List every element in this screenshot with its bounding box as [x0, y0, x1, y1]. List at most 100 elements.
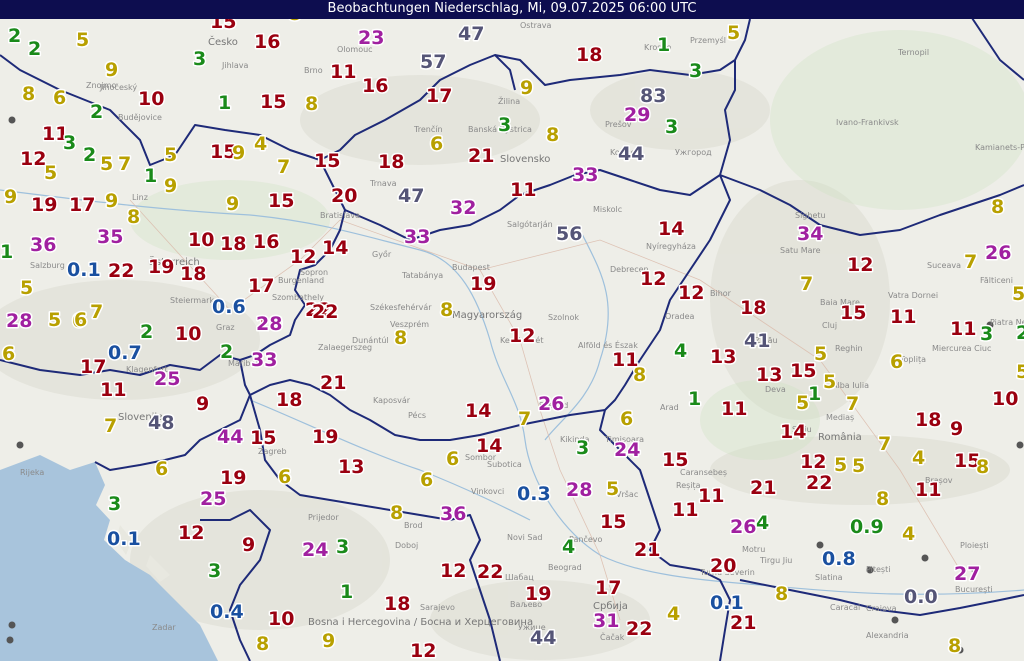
precipitation-value: 19 [312, 426, 338, 448]
city-label: Jihlava [221, 61, 249, 70]
precipitation-value: 17 [595, 577, 621, 599]
city-label: Pitești [866, 565, 890, 575]
city-label: Székesfehérvár [370, 302, 432, 312]
precipitation-value: 8 [991, 196, 1004, 218]
precipitation-value: 21 [634, 539, 660, 561]
precipitation-value: 20 [710, 555, 736, 577]
city-label: Kaposvár [373, 396, 411, 405]
city-label: Ужгород [675, 148, 712, 157]
city-label: Vatra Dornei [888, 291, 938, 300]
precipitation-value: 12 [290, 246, 316, 268]
precipitation-value: 5 [1012, 283, 1024, 305]
city-label: Шабац [505, 573, 534, 582]
precipitation-value: 1 [144, 165, 157, 187]
precipitation-value: 10 [992, 388, 1018, 410]
precipitation-value: 4 [667, 603, 680, 625]
precipitation-value: 6 [430, 133, 443, 155]
precipitation-value: 7 [277, 156, 290, 178]
precipitation-value: 8 [948, 635, 961, 657]
precipitation-value: 5 [834, 454, 847, 476]
precipitation-value: 11 [672, 499, 698, 521]
precipitation-value: 19 [220, 467, 246, 489]
precipitation-value: 7 [800, 273, 813, 295]
precipitation-value: 5 [164, 144, 177, 166]
precipitation-value: 24 [302, 539, 328, 561]
precipitation-value: 6 [2, 343, 15, 365]
precipitation-value: 4 [902, 523, 915, 545]
city-label: Miercurea Ciuc [932, 344, 991, 353]
precipitation-value: 48 [148, 412, 174, 434]
precipitation-value: 9 [232, 142, 245, 164]
precipitation-value: 44 [530, 627, 556, 649]
precipitation-value: 9 [226, 193, 239, 215]
precipitation-value: 18 [276, 389, 302, 411]
precipitation-value: 8 [305, 93, 318, 115]
precipitation-value: 15 [840, 302, 866, 324]
precipitation-value: 8 [876, 488, 889, 510]
city-label: Ternopil [897, 48, 929, 57]
precipitation-value: 57 [420, 51, 446, 73]
precipitation-value: 0.7 [108, 342, 142, 364]
precipitation-value: 2 [140, 321, 153, 343]
precipitation-value: 33 [572, 164, 598, 186]
city-label: Suceava [927, 261, 961, 270]
precipitation-value: 12 [800, 451, 826, 473]
precipitation-value: 19 [470, 273, 496, 295]
precipitation-value: 9 [196, 393, 209, 415]
city-label: Subotica [487, 460, 522, 469]
precipitation-value: 12 [440, 560, 466, 582]
precipitation-value: 0.9 [850, 516, 884, 538]
precipitation-value: 47 [458, 23, 484, 45]
precipitation-value: 15 [600, 511, 626, 533]
precipitation-value: 0.6 [212, 296, 246, 318]
city-label: Fălticeni [980, 276, 1013, 285]
precipitation-value: 18 [915, 409, 941, 431]
city-label: Jihočeský [99, 82, 137, 92]
precipitation-value: 28 [566, 479, 592, 501]
country-label: Česko [208, 35, 238, 48]
precipitation-value: 9 [950, 418, 963, 440]
precipitation-value: 13 [338, 456, 364, 478]
precipitation-value: 2 [90, 101, 103, 123]
precipitation-value: 6 [420, 469, 433, 491]
precipitation-value: 14 [465, 400, 491, 422]
precipitation-value: 0.8 [822, 548, 856, 570]
precipitation-value: 47 [398, 185, 424, 207]
precipitation-value: 6 [620, 408, 633, 430]
precipitation-value: 2 [1016, 322, 1024, 344]
precipitation-value: 5 [852, 455, 865, 477]
precipitation-value: 21 [750, 477, 776, 499]
precipitation-value: 33 [404, 226, 430, 248]
city-label: Győr [372, 250, 392, 259]
precipitation-value: 15 [250, 427, 276, 449]
city-label: Vršac [616, 489, 638, 499]
precipitation-value: 44 [217, 426, 243, 448]
city-label: Bratislava [320, 211, 360, 220]
city-label: Alexandria [866, 631, 909, 640]
precipitation-value: 44 [618, 143, 644, 165]
city-label: Salgótarján [507, 219, 553, 229]
city-label: București [955, 585, 993, 595]
precipitation-value: 17 [69, 194, 95, 216]
precipitation-value: 0.1 [107, 528, 141, 550]
precipitation-value: 7 [964, 251, 977, 273]
precipitation-value: 16 [253, 231, 279, 253]
city-label: Čačak [600, 631, 625, 642]
precipitation-value: 9 [105, 190, 118, 212]
precipitation-value: 21 [320, 372, 346, 394]
precipitation-value: 4 [562, 536, 575, 558]
precipitation-value: 18 [384, 593, 410, 615]
precipitation-value: 11 [100, 379, 126, 401]
precipitation-value: 1 [0, 241, 13, 263]
city-label: Caracal [830, 603, 860, 612]
precipitation-value: 1 [657, 34, 670, 56]
precipitation-value: 6 [890, 351, 903, 373]
country-label: Bosna i Hercegovina / Босна и Херцеговин… [308, 617, 533, 628]
city-label: Oradea [665, 312, 694, 321]
precipitation-value: 6 [155, 458, 168, 480]
city-label: Sighetu [795, 211, 826, 220]
precipitation-value: 14 [476, 435, 502, 457]
city-label: Budapest [452, 263, 490, 272]
city-label: Bihor [710, 289, 732, 298]
precipitation-value: 18 [220, 233, 246, 255]
